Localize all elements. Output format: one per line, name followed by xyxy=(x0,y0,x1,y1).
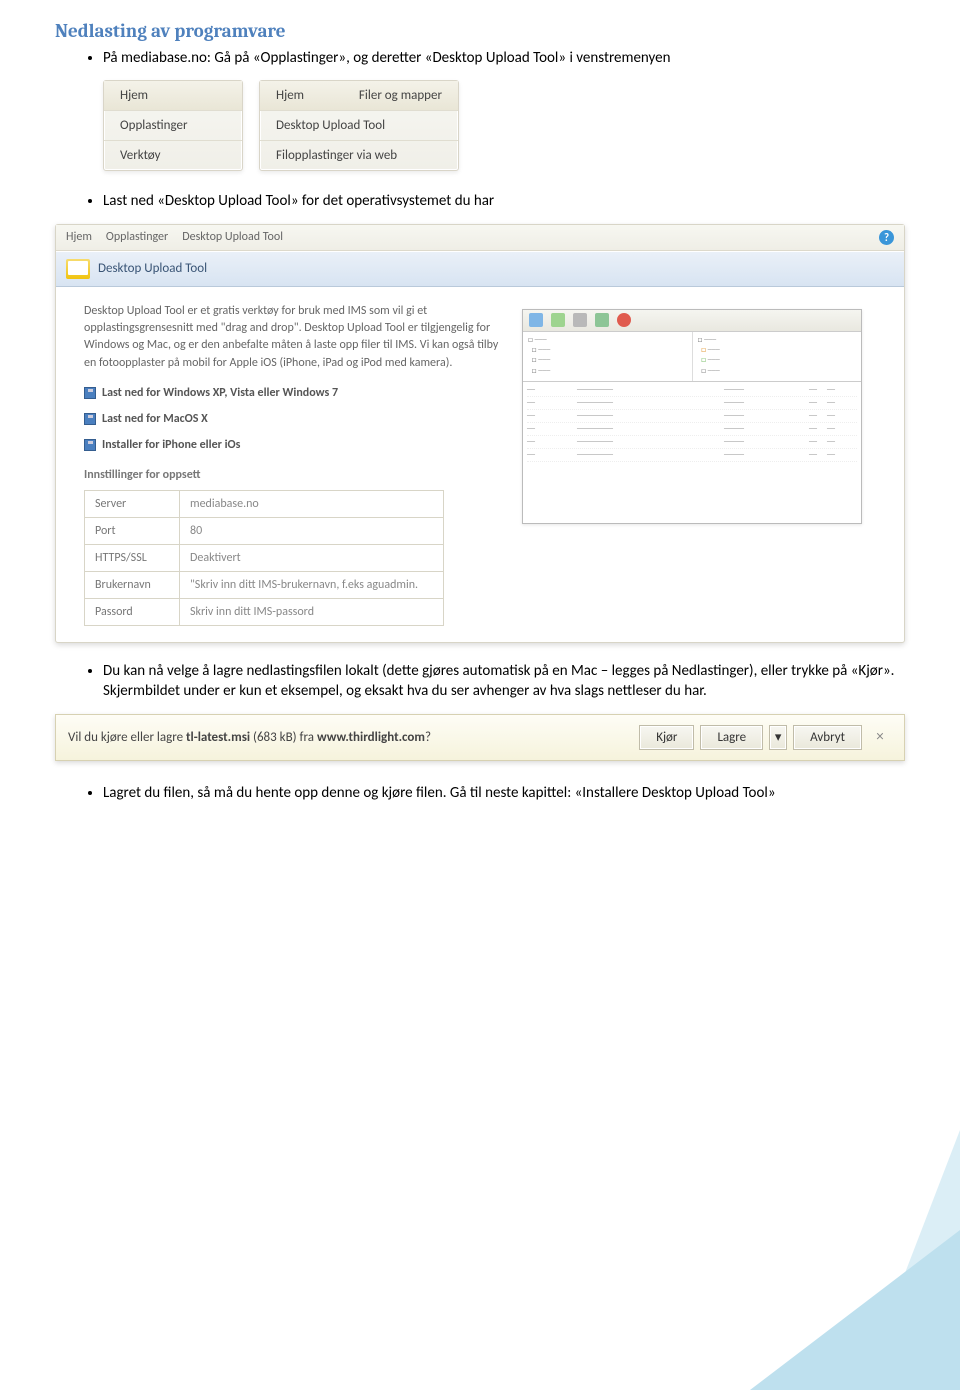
menu-item-hjem[interactable]: Hjem xyxy=(104,81,242,111)
table-row: HTTPS/SSLDeaktivert xyxy=(85,545,444,572)
decorative-triangle xyxy=(750,1230,960,1390)
download-windows-label: Last ned for Windows XP, Vista eller Win… xyxy=(102,386,338,400)
bullet-2: Last ned «Desktop Upload Tool» for det o… xyxy=(103,191,905,211)
folder-icon xyxy=(66,259,90,279)
menu-screenshots: Hjem Opplastinger Verktøy Hjem Filer og … xyxy=(103,80,905,171)
download-prompt-message: Vil du kjøre eller lagre tl-latest.msi (… xyxy=(68,730,633,745)
setting-server-label: Server xyxy=(85,491,180,518)
close-icon[interactable]: × xyxy=(868,728,892,746)
download-ios-label: Installer for iPhone eller iOs xyxy=(102,438,240,452)
download-ios-link[interactable]: Installer for iPhone eller iOs xyxy=(84,438,504,452)
setting-pass-label: Passord xyxy=(85,599,180,626)
page-title: Nedlasting av programvare xyxy=(55,20,905,42)
cancel-button[interactable]: Avbryt xyxy=(793,725,862,750)
breadcrumb: Hjem Opplastinger Desktop Upload Tool ? xyxy=(56,225,904,251)
setting-user-value: "Skriv inn ditt IMS-brukernavn, f.eks ag… xyxy=(180,572,444,599)
settings-heading: Innstillinger for oppsett xyxy=(84,468,504,482)
menu-panel-right: Hjem Filer og mapper Desktop Upload Tool… xyxy=(259,80,459,171)
prompt-filename: tl-latest.msi xyxy=(186,730,250,745)
app-preview-image: □ ─── □ ─── □ ─── □ ─── □ ─── □ ─── □ ──… xyxy=(522,309,862,524)
menu-item-dut[interactable]: Desktop Upload Tool xyxy=(260,111,458,141)
download-windows-link[interactable]: Last ned for Windows XP, Vista eller Win… xyxy=(84,386,504,400)
setting-ssl-value: Deaktivert xyxy=(180,545,444,572)
setting-user-label: Brukernavn xyxy=(85,572,180,599)
setting-pass-value: Skriv inn ditt IMS-passord xyxy=(180,599,444,626)
table-row: Servermediabase.no xyxy=(85,491,444,518)
run-button[interactable]: Kjør xyxy=(639,725,694,750)
menu-hjem-label: Hjem xyxy=(276,88,304,103)
menu-header: Hjem Filer og mapper xyxy=(260,81,458,111)
disk-icon xyxy=(84,413,96,425)
bullet-3: Du kan nå velge å lagre nedlastingsfilen… xyxy=(103,661,905,702)
tool-panel: Hjem Opplastinger Desktop Upload Tool ? … xyxy=(55,224,905,644)
menu-item-web[interactable]: Filopplastinger via web xyxy=(260,141,458,170)
download-mac-link[interactable]: Last ned for MacOS X xyxy=(84,412,504,426)
panel-title: Desktop Upload Tool xyxy=(98,261,207,276)
bullet-1: På mediabase.no: Gå på «Opplastinger», o… xyxy=(103,48,905,68)
table-row: PassordSkriv inn ditt IMS-passord xyxy=(85,599,444,626)
bc-dut[interactable]: Desktop Upload Tool xyxy=(182,230,283,244)
download-prompt-bar: Vil du kjøre eller lagre tl-latest.msi (… xyxy=(55,714,905,761)
table-row: Brukernavn"Skriv inn ditt IMS-brukernavn… xyxy=(85,572,444,599)
prompt-domain: www.thirdlight.com xyxy=(317,730,425,745)
menu-item-opplastinger[interactable]: Opplastinger xyxy=(104,111,242,141)
prompt-text: ? xyxy=(425,730,431,745)
save-button[interactable]: Lagre xyxy=(700,725,763,750)
menu-item-verktoy[interactable]: Verktøy xyxy=(104,141,242,170)
setting-port-value: 80 xyxy=(180,518,444,545)
setting-port-label: Port xyxy=(85,518,180,545)
table-row: Port80 xyxy=(85,518,444,545)
help-icon[interactable]: ? xyxy=(879,230,894,245)
description-text: Desktop Upload Tool er et gratis verktøy… xyxy=(84,303,504,373)
prompt-text: Vil du kjøre eller lagre xyxy=(68,730,186,745)
menu-panel-left: Hjem Opplastinger Verktøy xyxy=(103,80,243,171)
disk-icon xyxy=(84,387,96,399)
save-dropdown-button[interactable]: ▾ xyxy=(769,725,787,750)
setting-ssl-label: HTTPS/SSL xyxy=(85,545,180,572)
download-mac-label: Last ned for MacOS X xyxy=(102,412,208,426)
bullet-4: Lagret du filen, så må du hente opp denn… xyxy=(103,783,905,803)
panel-title-bar: Desktop Upload Tool xyxy=(56,251,904,287)
menu-filer-label: Filer og mapper xyxy=(359,88,442,103)
bc-opplastinger[interactable]: Opplastinger xyxy=(106,230,168,244)
settings-table: Servermediabase.no Port80 HTTPS/SSLDeakt… xyxy=(84,490,444,626)
prompt-text: (683 kB) fra xyxy=(250,730,317,745)
setting-server-value: mediabase.no xyxy=(180,491,444,518)
bc-hjem[interactable]: Hjem xyxy=(66,230,92,244)
disk-icon xyxy=(84,439,96,451)
